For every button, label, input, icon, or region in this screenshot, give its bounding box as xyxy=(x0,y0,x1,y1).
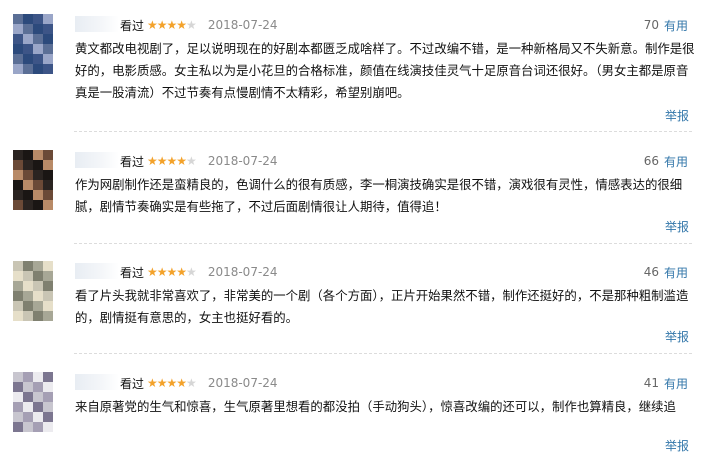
review-meta: 看过 ★★★★★ 2018-07-24 xyxy=(120,152,278,170)
review-meta: 看过 ★★★★★ 2018-07-24 xyxy=(120,263,278,281)
vote-area: 66 有用 xyxy=(644,152,688,170)
divider xyxy=(74,353,692,354)
username-blurred[interactable] xyxy=(75,263,119,279)
review-text: 作为网剧制作还是蛮精良的，色调什么的很有质感，李一桐演技确实是很不错，演戏很有灵… xyxy=(75,177,683,214)
useful-button[interactable]: 有用 xyxy=(664,17,688,34)
vote-count: 46 xyxy=(643,265,659,279)
vote-area: 41 有用 xyxy=(644,374,688,392)
vote-area: 70 有用 xyxy=(644,16,688,34)
star-rating-icon: ★★★★★ xyxy=(147,18,197,32)
report-link[interactable]: 举报 xyxy=(665,437,689,454)
seen-label: 看过 xyxy=(120,376,145,391)
review-text: 黄文都改电视剧了，足以说明现在的好剧本都匮乏成啥样了。不过改编不错，是一种新格局… xyxy=(75,41,695,100)
report-link[interactable]: 举报 xyxy=(665,218,689,235)
report-link[interactable]: 举报 xyxy=(665,328,689,345)
seen-label: 看过 xyxy=(120,18,145,33)
seen-label: 看过 xyxy=(120,154,145,169)
divider xyxy=(74,131,692,132)
vote-count: 70 xyxy=(643,18,659,32)
review-text: 来自原著党的生气和惊喜，生气原著里想看的都没拍（手动狗头），惊喜改编的还可以，制… xyxy=(75,399,676,414)
star-rating-icon: ★★★★★ xyxy=(147,376,197,390)
username-blurred[interactable] xyxy=(75,152,119,168)
useful-button[interactable]: 有用 xyxy=(664,375,688,392)
review-date: 2018-07-24 xyxy=(207,154,278,168)
review-meta: 看过 ★★★★★ 2018-07-24 xyxy=(120,374,278,392)
useful-button[interactable]: 有用 xyxy=(664,264,688,281)
review-date: 2018-07-24 xyxy=(207,18,278,32)
divider xyxy=(74,243,692,244)
star-rating-icon: ★★★★★ xyxy=(147,154,197,168)
username-blurred[interactable] xyxy=(75,374,119,390)
review-text: 看了片头我就非常喜欢了，非常美的一个剧（各个方面），正片开始果然不错，制作还挺好… xyxy=(75,288,689,325)
review-date: 2018-07-24 xyxy=(207,265,278,279)
review-date: 2018-07-24 xyxy=(207,376,278,390)
vote-count: 41 xyxy=(643,376,659,390)
seen-label: 看过 xyxy=(120,265,145,280)
avatar[interactable] xyxy=(13,372,53,432)
review-meta: 看过 ★★★★★ 2018-07-24 xyxy=(120,16,278,34)
vote-area: 46 有用 xyxy=(644,263,688,281)
username-blurred[interactable] xyxy=(75,16,119,32)
useful-button[interactable]: 有用 xyxy=(664,153,688,170)
avatar[interactable] xyxy=(13,150,53,210)
report-link[interactable]: 举报 xyxy=(665,107,689,124)
avatar[interactable] xyxy=(13,261,53,321)
star-rating-icon: ★★★★★ xyxy=(147,265,197,279)
avatar[interactable] xyxy=(13,14,53,74)
vote-count: 66 xyxy=(643,154,659,168)
